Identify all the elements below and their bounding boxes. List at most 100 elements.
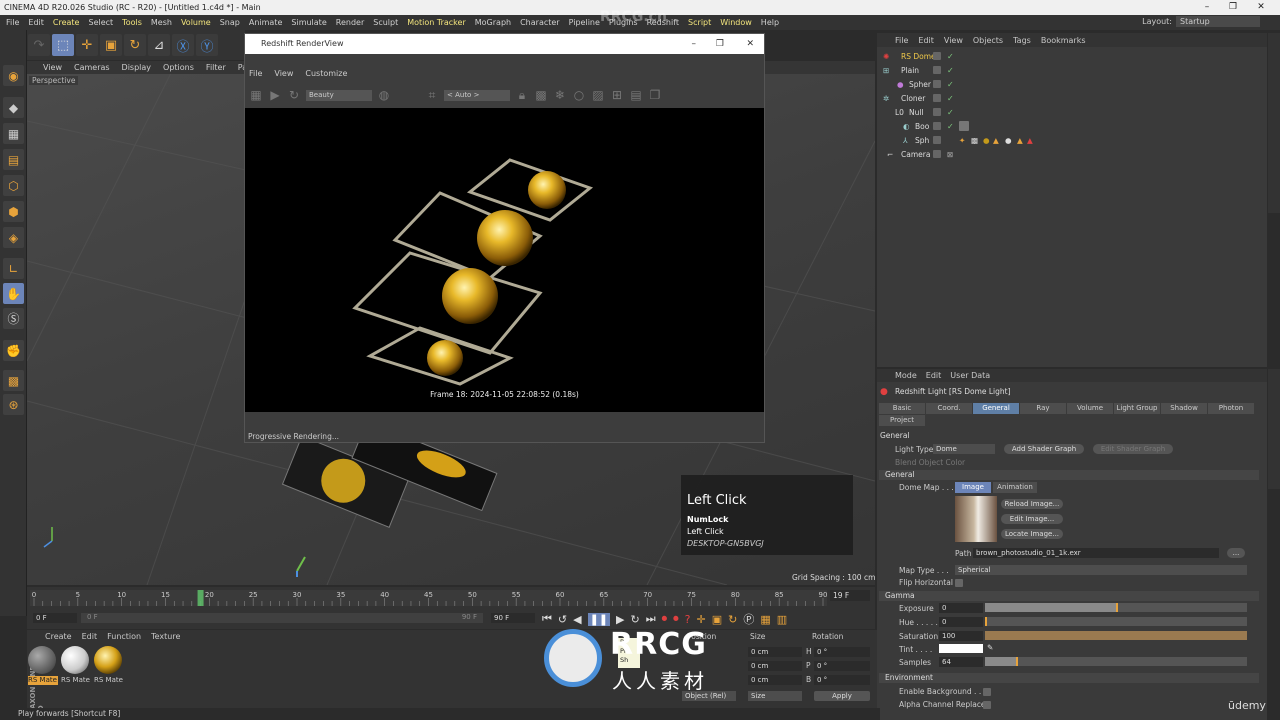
snap-icon[interactable]: Ⓢ: [3, 308, 24, 329]
object-row-sph[interactable]: ⅄ Sph ✦ ▩ ● ▲ ● ▲ ▲: [877, 134, 1267, 147]
restore-button[interactable]: ❐: [1220, 0, 1246, 15]
scale-key-icon[interactable]: ▣: [712, 613, 722, 626]
object-row-plain[interactable]: ⊞ Plain ✓: [877, 64, 1267, 77]
edges-mode-icon[interactable]: ⬢: [3, 201, 24, 222]
material-swatch-gold[interactable]: [94, 646, 122, 674]
environment-subsection-header[interactable]: Environment: [879, 673, 1259, 683]
film-icon[interactable]: ▦: [249, 88, 263, 102]
edit-shader-graph-button[interactable]: Edit Shader Graph: [1093, 444, 1173, 454]
checker-tag-icon[interactable]: ▩: [971, 136, 978, 145]
preview-range-slider[interactable]: 0 F 90 F: [81, 613, 483, 623]
material-white-icon[interactable]: ●: [1005, 136, 1012, 145]
vp-menu-filter[interactable]: Filter: [206, 63, 226, 72]
om-menu-bookmarks[interactable]: Bookmarks: [1041, 36, 1086, 45]
tab-photon[interactable]: Photon: [1208, 403, 1254, 414]
menu-window[interactable]: Window: [720, 18, 752, 27]
om-menu-objects[interactable]: Objects: [973, 36, 1003, 45]
points-mode-icon[interactable]: ⬡: [3, 175, 24, 196]
eyedropper-icon[interactable]: ✎: [987, 643, 993, 652]
menu-mograph[interactable]: MoGraph: [475, 18, 511, 27]
lock-icon[interactable]: 🔒︎: [515, 88, 529, 102]
aov-select[interactable]: Beauty: [306, 89, 372, 101]
next-frame-icon[interactable]: ▶: [616, 613, 624, 626]
om-menu-edit[interactable]: Edit: [918, 36, 934, 45]
phong-tag-icon[interactable]: ✦: [959, 136, 965, 145]
material-gold-icon[interactable]: ●: [983, 136, 990, 145]
next-key-icon[interactable]: ↻: [631, 613, 640, 626]
material-swatch-gray[interactable]: [28, 646, 56, 674]
menu-create[interactable]: Create: [53, 18, 80, 27]
am-menu-mode[interactable]: Mode: [895, 371, 917, 380]
workplane-lock-icon[interactable]: ▩: [3, 370, 24, 391]
refresh-icon[interactable]: ↻: [287, 88, 301, 102]
visibility-toggle[interactable]: [933, 136, 941, 144]
position-key-icon[interactable]: ✛: [696, 613, 705, 626]
menu-volume[interactable]: Volume: [181, 18, 211, 27]
enable-checkmark-icon[interactable]: ✓: [947, 108, 954, 117]
renderview-minimize-button[interactable]: –: [692, 34, 697, 54]
gamma-subsection-header[interactable]: Gamma: [879, 591, 1259, 601]
enable-checkmark-icon[interactable]: ✓: [947, 122, 954, 131]
mat-menu-create[interactable]: Create: [45, 632, 72, 641]
general-subsection-header[interactable]: General: [879, 470, 1259, 480]
hue-field[interactable]: 0: [939, 617, 983, 627]
menu-mesh[interactable]: Mesh: [151, 18, 172, 27]
path-browse-button[interactable]: ...: [1227, 548, 1245, 558]
tab-general[interactable]: General: [973, 403, 1019, 414]
prev-frame-icon[interactable]: ◀: [573, 613, 581, 626]
playhead-marker[interactable]: [197, 590, 204, 606]
close-button[interactable]: ✕: [1248, 0, 1274, 15]
hue-slider[interactable]: [985, 617, 1247, 626]
visibility-toggle[interactable]: [933, 66, 941, 74]
object-row-sphere[interactable]: ● Spher ✓: [877, 78, 1267, 91]
workplane-icon[interactable]: ▤: [3, 149, 24, 170]
menu-select[interactable]: Select: [88, 18, 113, 27]
rotate-tool-icon[interactable]: ↻: [124, 34, 146, 56]
workplane-align-icon[interactable]: ⊛: [3, 394, 24, 415]
scale-tool-icon[interactable]: ▣: [100, 34, 122, 56]
layout-value[interactable]: Startup: [1176, 16, 1260, 27]
tab-volume[interactable]: Volume: [1067, 403, 1113, 414]
exposure-field[interactable]: 0: [939, 603, 983, 613]
vp-menu-options[interactable]: Options: [163, 63, 194, 72]
tab-basic[interactable]: Basic: [879, 403, 925, 414]
camera-tag-icon[interactable]: ⊠: [947, 150, 953, 159]
tab-project[interactable]: Project: [879, 415, 925, 426]
start-frame-field[interactable]: 0 F: [33, 613, 77, 623]
tab-light-group[interactable]: Light Group: [1114, 403, 1160, 414]
enable-checkmark-icon[interactable]: ✓: [947, 66, 954, 75]
visibility-toggle[interactable]: [933, 150, 941, 158]
menu-render[interactable]: Render: [336, 18, 364, 27]
menu-edit[interactable]: Edit: [28, 18, 44, 27]
object-row-camera[interactable]: ⌐ Camera ⊠: [877, 148, 1267, 161]
flip-horizontal-checkbox[interactable]: [955, 579, 963, 587]
light-type-select[interactable]: Dome: [933, 444, 995, 454]
edit-image-button[interactable]: Edit Image...: [1001, 514, 1063, 524]
menu-motion-tracker[interactable]: Motion Tracker: [407, 18, 466, 27]
pla-key-icon[interactable]: ▦: [760, 613, 770, 626]
recent-tool-icon[interactable]: ⊿: [148, 34, 170, 56]
warning-tag-icon[interactable]: ▲: [993, 136, 999, 145]
rs-menu-file[interactable]: File: [249, 69, 262, 81]
am-menu-edit[interactable]: Edit: [926, 371, 942, 380]
material-swatch-white[interactable]: [61, 646, 89, 674]
select-tool-icon[interactable]: ⬚: [52, 34, 74, 56]
menu-character[interactable]: Character: [520, 18, 560, 27]
menu-tools[interactable]: Tools: [122, 18, 142, 27]
dome-image-tab[interactable]: Image: [955, 482, 991, 493]
timeline-settings-icon[interactable]: ▥: [777, 613, 787, 626]
dome-animation-tab[interactable]: Animation: [993, 482, 1037, 493]
goto-end-icon[interactable]: ⏭: [646, 612, 656, 626]
apply-button[interactable]: Apply: [814, 691, 870, 701]
menu-snap[interactable]: Snap: [220, 18, 240, 27]
vp-menu-view[interactable]: View: [43, 63, 62, 72]
enable-background-checkbox[interactable]: [983, 688, 991, 696]
visibility-toggle[interactable]: [933, 80, 941, 88]
object-row-rs-dome[interactable]: ✺ RS Dome ✓: [877, 50, 1267, 63]
am-menu-userdata[interactable]: User Data: [950, 371, 990, 380]
saturation-slider[interactable]: [985, 631, 1247, 640]
copy-icon[interactable]: ❐: [648, 88, 662, 102]
mat-menu-function[interactable]: Function: [107, 632, 141, 641]
y-axis-icon[interactable]: Ⓨ: [196, 34, 218, 56]
enable-checkmark-icon[interactable]: ✓: [947, 80, 954, 89]
